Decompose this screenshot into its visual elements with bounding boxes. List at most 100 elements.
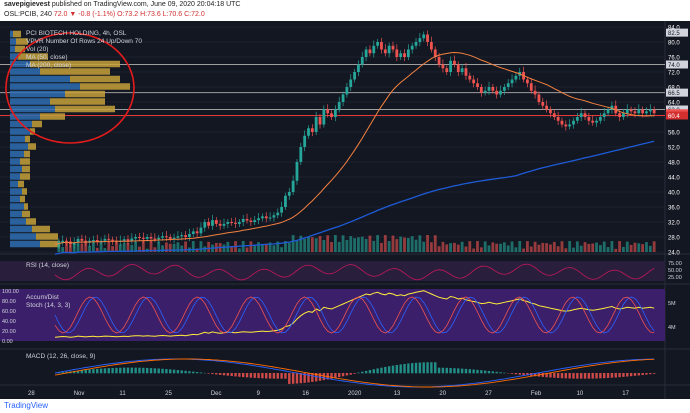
volume-bar [333, 235, 337, 252]
candle-body [499, 90, 502, 95]
macd-bar [241, 373, 245, 378]
vpvr-up-bar [10, 173, 20, 180]
chart-canvas[interactable]: 84.082.580.076.074.072.068.066.564.062.0… [0, 21, 690, 399]
macd-bar [622, 373, 625, 377]
candle-body [164, 236, 168, 238]
volume-bar [652, 241, 656, 252]
macd-bar [234, 373, 237, 377]
candle-body [514, 75, 518, 80]
volume-bar [648, 245, 652, 252]
volume-bar [395, 239, 399, 252]
macd-bar [230, 373, 233, 377]
macd-bar [391, 365, 395, 374]
candle-body [287, 192, 291, 196]
x-tick: 17 [622, 391, 629, 397]
candle-body [353, 72, 356, 80]
macd-bar [483, 370, 487, 374]
candle-body [383, 49, 387, 54]
vpvr-up-bar [10, 90, 65, 98]
macd-bar [126, 367, 130, 374]
candle-body [303, 135, 307, 147]
macd-bar [645, 373, 648, 375]
vpvr-down-bar [40, 68, 110, 75]
candle-body [391, 45, 395, 50]
volume-bar [518, 241, 522, 252]
tradingview-logo[interactable]: TradingView [4, 401, 48, 410]
candle-body [253, 220, 257, 222]
macd-bar [176, 370, 180, 374]
candle-body [410, 45, 414, 50]
candle-body [214, 220, 218, 224]
macd-bar [472, 369, 475, 374]
macd-bar [541, 373, 544, 377]
volume-bar [341, 235, 345, 252]
candle-body [330, 113, 333, 117]
macd-bar [641, 373, 644, 376]
macd-bar [161, 368, 164, 374]
accum-tick: 60.00 [2, 309, 16, 315]
vpvr-down-bar [70, 75, 120, 83]
macd-bar [107, 368, 110, 374]
accum-tick: 0.00 [2, 339, 13, 345]
volume-bar [280, 247, 284, 252]
chart-area[interactable]: 84.082.580.076.074.072.068.066.564.062.0… [0, 21, 690, 399]
macd-bar [422, 362, 425, 374]
macd-bar [338, 373, 341, 378]
volume-bar [337, 241, 341, 252]
volume-bar [318, 236, 322, 252]
macd-bar [372, 369, 375, 374]
macd-bar [572, 373, 575, 379]
price-label: 24.0 [668, 251, 680, 257]
legend-title: PCI BIOTECH HOLDING, 4h, OSL [26, 30, 127, 37]
volume-bar [61, 246, 65, 252]
candle-body [537, 94, 541, 102]
macd-bar [199, 372, 203, 374]
vpvr-down-bar [24, 150, 30, 158]
candle-body [207, 222, 211, 226]
candle-body [598, 117, 602, 121]
publisher-name[interactable]: savepigievest [4, 1, 50, 8]
volume-bar [483, 241, 487, 252]
volume-bar [499, 243, 502, 252]
macd-bar [245, 373, 249, 378]
candle-body [161, 236, 164, 238]
accum-tick: 80.00 [2, 299, 16, 305]
volume-bar [403, 237, 406, 252]
macd-bar [587, 373, 591, 379]
candle-body [595, 120, 598, 123]
volume-bar [618, 241, 621, 252]
volume-bar [180, 245, 184, 252]
volume-bar [622, 246, 625, 252]
macd-bar [495, 371, 498, 374]
vpvr-down-bar [22, 210, 30, 218]
symbol-label: OSL:PCIB, 240 [4, 11, 52, 18]
volume-bar [364, 238, 368, 252]
candle-body [387, 45, 391, 54]
candle-body [495, 90, 499, 95]
price-label: 40.0 [668, 191, 680, 197]
macd-bar [157, 368, 160, 374]
candle-body [399, 53, 403, 57]
volume-bar [310, 237, 314, 252]
candle-body [314, 117, 318, 132]
volume-bar [391, 235, 395, 252]
macd-bar [595, 373, 598, 379]
candle-body [602, 113, 606, 117]
vpvr-down-bar [32, 120, 42, 128]
vpvr-up-bar [10, 180, 18, 188]
volume-bar [445, 244, 449, 252]
volume-bar [441, 241, 445, 252]
volume-bar [587, 243, 591, 252]
candle-body [479, 87, 483, 93]
volume-bar [641, 244, 645, 252]
macd-bar [357, 372, 360, 374]
candle-body [483, 90, 487, 93]
volume-bar [349, 236, 353, 252]
vpvr-up-bar [10, 30, 13, 38]
candle-body [291, 180, 295, 192]
volume-bar [449, 243, 452, 252]
legend-ma200: MA (200, close) [26, 62, 71, 69]
candle-body [188, 234, 191, 237]
volume-bar [464, 246, 468, 252]
macd-bar [649, 373, 652, 375]
